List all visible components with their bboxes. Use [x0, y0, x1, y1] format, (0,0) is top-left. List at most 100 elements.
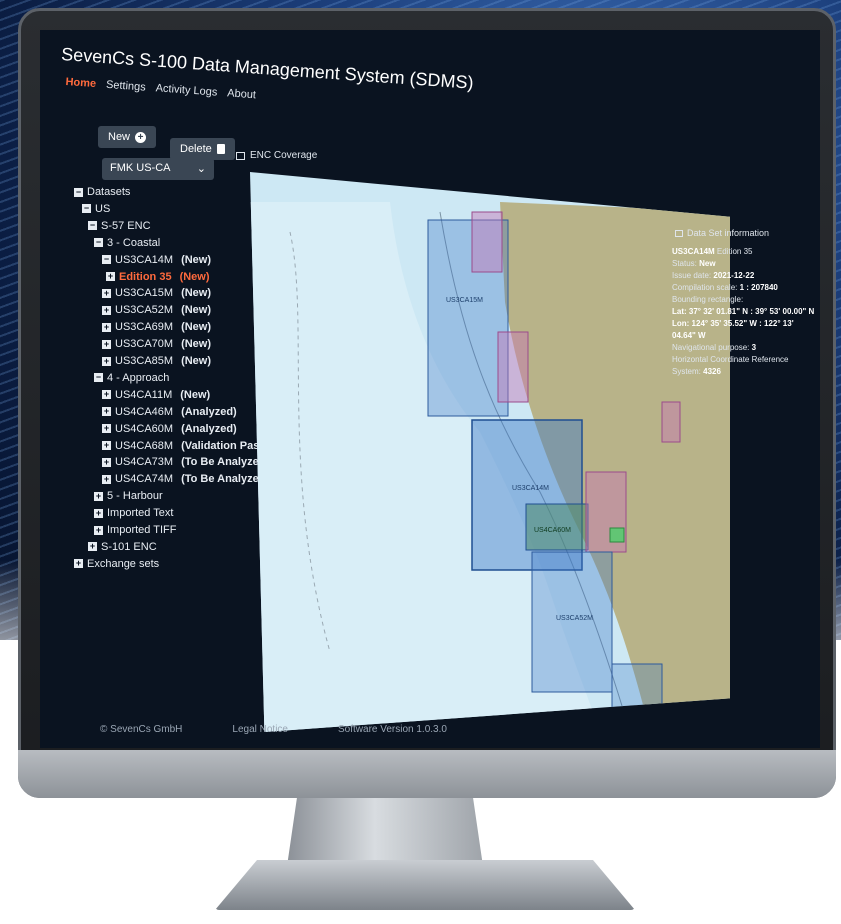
tree-node[interactable]: − S-57 ENC — [88, 220, 151, 232]
new-button[interactable]: New + — [98, 126, 157, 148]
enc-coverage-map[interactable]: US3CA15M US3CA14M US4CA60M US3CA52M — [250, 172, 730, 732]
tree-node-label: Imported Text — [107, 507, 174, 520]
tree-node[interactable]: + Edition 35 (New) — [106, 271, 210, 283]
dataset-select-value: FMK US-CA — [110, 162, 171, 174]
info-status-value: New — [699, 259, 716, 268]
tree-node-status: (To Be Analyzed) — [181, 473, 270, 486]
tree-node-label: US3CA14M — [115, 253, 174, 266]
coverage-cell[interactable] — [611, 663, 663, 732]
tree-node-label: US4CA73M — [115, 456, 174, 469]
tree-node-status: (New) — [181, 304, 212, 317]
expand-icon[interactable]: + — [94, 508, 103, 518]
cell-label: US4CA60M — [534, 527, 571, 534]
tree-node[interactable]: + Exchange sets — [74, 558, 159, 570]
tree-node[interactable]: + US3CA52M (New) — [102, 304, 211, 316]
tree-node-label: 3 - Coastal — [107, 236, 161, 249]
collapse-icon[interactable]: − — [88, 221, 97, 231]
menu-about[interactable]: About — [227, 87, 257, 101]
tree-node[interactable]: + US3CA69M (New) — [102, 321, 211, 333]
footer-legal-link[interactable]: Legal Notice — [232, 724, 288, 735]
info-cell-line: US3CA14M Edition 35 — [672, 246, 818, 258]
collapse-icon[interactable]: − — [102, 255, 111, 265]
tree-node-label: US3CA15M — [115, 287, 174, 300]
menu-home[interactable]: Home — [65, 76, 96, 90]
tree-node[interactable]: + US4CA60M (Analyzed) — [102, 423, 237, 435]
tree-node[interactable]: + US4CA74M (To Be Analyzed) — [102, 473, 269, 485]
info-crs-line: Horizontal Coordinate Reference System: … — [672, 354, 818, 378]
tree-node[interactable]: + US4CA73M (To Be Analyzed) — [102, 456, 269, 468]
info-lat-value: Lat: 37° 32' 01.81" N : 39° 53' 00.00" N — [672, 307, 815, 316]
tree-node[interactable]: − US3CA14M (New) — [102, 254, 211, 266]
map-panel-header: ENC Coverage — [236, 150, 317, 161]
tree-node-label: 4 - Approach — [107, 371, 170, 384]
menu-settings[interactable]: Settings — [106, 79, 146, 94]
window-icon — [236, 151, 245, 160]
tree-node[interactable]: + US3CA85M (New) — [102, 355, 211, 367]
collapse-icon[interactable]: − — [74, 187, 83, 197]
expand-icon[interactable]: + — [106, 272, 115, 281]
info-purpose-value: 3 — [751, 343, 757, 352]
info-issue-value: 2021-12-22 — [713, 271, 755, 280]
monitor-stand-base — [215, 860, 635, 910]
info-lon: Lon: 124° 35' 35.52" W : 122° 13' 04.64"… — [672, 318, 818, 342]
coverage-cell[interactable] — [497, 331, 529, 403]
expand-icon[interactable]: + — [102, 474, 111, 484]
coverage-cell[interactable] — [471, 211, 503, 273]
tree-node-label: US3CA52M — [115, 304, 174, 317]
info-crs-label: Horizontal Coordinate Reference System: — [672, 355, 789, 376]
expand-icon[interactable]: + — [102, 339, 111, 349]
tree-node-label: 5 - Harbour — [107, 490, 163, 503]
tree-node[interactable]: + Imported TIFF — [94, 524, 176, 536]
tree-node[interactable]: + US4CA11M (New) — [102, 389, 210, 401]
tree-node-label: S-101 ENC — [101, 540, 157, 553]
delete-button[interactable]: Delete — [170, 138, 235, 160]
window-icon — [675, 229, 683, 237]
tree-node-label: S-57 ENC — [101, 219, 151, 232]
dataset-select[interactable]: FMK US-CA ⌄ — [102, 158, 214, 180]
tree-node[interactable]: + US3CA70M (New) — [102, 338, 211, 350]
main-menu: Home Settings Activity Logs About — [65, 76, 256, 101]
footer-copyright: © SevenCs GmbH — [100, 724, 183, 735]
tree-node-label: US3CA85M — [115, 355, 174, 367]
footer-version: Software Version 1.0.3.0 — [338, 724, 447, 735]
collapse-icon[interactable]: − — [94, 238, 103, 248]
tree-node[interactable]: +5 - Harbour — [94, 490, 163, 502]
tree-node[interactable]: + S-101 ENC — [88, 541, 157, 553]
tree-node[interactable]: − Datasets — [74, 186, 130, 198]
tree-node[interactable]: + Imported Text — [94, 507, 173, 519]
expand-icon[interactable]: + — [102, 457, 111, 467]
expand-icon[interactable]: + — [102, 407, 111, 417]
collapse-icon[interactable]: − — [94, 373, 103, 383]
tree-node[interactable]: −3 - Coastal — [94, 237, 160, 249]
expand-icon[interactable]: + — [102, 356, 111, 366]
expand-icon[interactable]: + — [102, 305, 111, 315]
footer: © SevenCs GmbH Legal Notice Software Ver… — [100, 724, 447, 735]
tree-node[interactable]: − US — [82, 203, 110, 215]
expand-icon[interactable]: + — [102, 441, 111, 450]
expand-icon[interactable]: + — [102, 322, 111, 332]
tree-node[interactable]: + US4CA68M (Validation Passed) — [102, 440, 282, 452]
coverage-cell[interactable] — [531, 551, 613, 693]
tree-node[interactable]: −4 - Approach — [94, 372, 169, 384]
expand-icon[interactable]: + — [94, 525, 103, 535]
info-scale-line: Compilation scale: 1 : 207840 — [672, 282, 818, 294]
tree-node[interactable]: + US3CA15M (New) — [102, 287, 211, 299]
expand-icon[interactable]: + — [102, 288, 111, 298]
data-set-information: US3CA14M Edition 35 Status: New Issue da… — [672, 246, 818, 378]
tree-node[interactable]: + US4CA46M (Analyzed) — [102, 406, 237, 418]
expand-icon[interactable]: + — [88, 542, 97, 552]
expand-icon[interactable]: + — [102, 424, 111, 434]
expand-icon[interactable]: + — [94, 491, 103, 501]
coverage-cell-harbour[interactable] — [609, 527, 625, 543]
tree-node-label: US — [95, 202, 111, 215]
menu-activity-logs[interactable]: Activity Logs — [155, 82, 217, 98]
tree-node-label: US4CA11M — [115, 388, 173, 401]
expand-icon[interactable]: + — [74, 559, 83, 569]
expand-icon[interactable]: + — [102, 390, 111, 400]
tree-node-status: (New) — [181, 287, 212, 300]
info-scale-value: 1 : 207840 — [739, 283, 778, 292]
coverage-cell[interactable] — [661, 401, 681, 443]
map-canvas[interactable]: US3CA15M US3CA14M US4CA60M US3CA52M — [250, 172, 730, 732]
collapse-icon[interactable]: − — [82, 204, 91, 214]
tree-node-label: Exchange sets — [87, 557, 160, 570]
